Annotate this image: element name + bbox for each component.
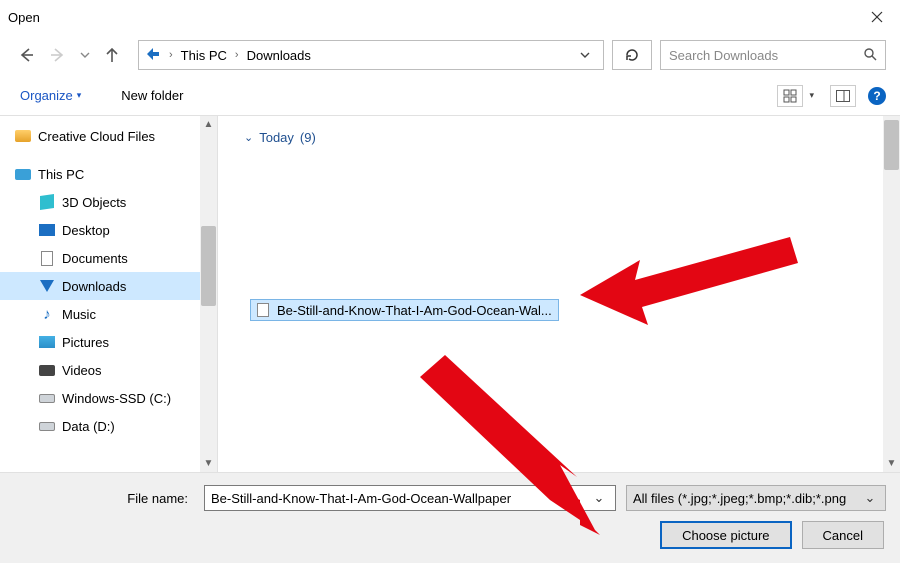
refresh-button[interactable] bbox=[612, 40, 652, 70]
file-name-value: Be-Still-and-Know-That-I-Am-God-Ocean-Wa… bbox=[211, 491, 511, 506]
tree-item-label: 3D Objects bbox=[62, 195, 126, 210]
tree-item-desktop[interactable]: Desktop bbox=[0, 216, 200, 244]
chevron-down-icon: ⌄ bbox=[244, 131, 253, 144]
back-button[interactable] bbox=[14, 43, 38, 67]
chevron-down-icon: ▾ bbox=[77, 90, 82, 101]
group-count: (9) bbox=[300, 130, 316, 145]
tree-item-label: Windows-SSD (C:) bbox=[62, 391, 171, 406]
arrow-right-icon bbox=[49, 46, 67, 64]
group-label: Today bbox=[259, 130, 294, 145]
file-item-selected[interactable]: Be-Still-and-Know-That-I-Am-God-Ocean-Wa… bbox=[250, 299, 559, 321]
drive-icon bbox=[38, 417, 56, 435]
chevron-right-icon: › bbox=[231, 49, 243, 61]
nav-row: › This PC › Downloads Search Downloads bbox=[0, 34, 900, 76]
file-type-filter[interactable]: All files (*.jpg;*.jpeg;*.bmp;*.dib;*.pn… bbox=[626, 485, 886, 511]
scroll-up-icon: ▲ bbox=[200, 116, 217, 133]
new-folder-button[interactable]: New folder bbox=[115, 84, 189, 107]
choose-picture-button[interactable]: Choose picture bbox=[660, 521, 791, 549]
scroll-down-icon: ▼ bbox=[883, 455, 900, 472]
cancel-button[interactable]: Cancel bbox=[802, 521, 884, 549]
breadcrumb-downloads[interactable]: Downloads bbox=[247, 48, 311, 63]
file-name-input[interactable]: Be-Still-and-Know-That-I-Am-God-Ocean-Wa… bbox=[204, 485, 616, 511]
tree-scrollbar[interactable]: ▲ ▼ bbox=[200, 116, 217, 472]
search-placeholder: Search Downloads bbox=[669, 48, 863, 63]
tree-item-label: Data (D:) bbox=[62, 419, 115, 434]
tree-item-data-d[interactable]: Data (D:) bbox=[0, 412, 200, 440]
image-file-icon bbox=[257, 303, 269, 317]
location-icon bbox=[145, 46, 161, 65]
organize-button[interactable]: Organize ▾ bbox=[14, 84, 87, 107]
scroll-thumb[interactable] bbox=[884, 120, 899, 170]
view-mode-button[interactable] bbox=[777, 85, 803, 107]
up-button[interactable] bbox=[100, 43, 124, 67]
tree-item-label: Pictures bbox=[62, 335, 109, 350]
down-icon bbox=[38, 277, 56, 295]
tree-item-label: This PC bbox=[38, 167, 84, 182]
tree-item-3d-objects[interactable]: 3D Objects bbox=[0, 188, 200, 216]
filter-value: All files (*.jpg;*.jpeg;*.bmp;*.dib;*.pn… bbox=[633, 491, 846, 506]
main-area: Creative Cloud Files This PC 3D Objects Des… bbox=[0, 116, 900, 473]
video-icon bbox=[38, 361, 56, 379]
tree-item-videos[interactable]: Videos bbox=[0, 356, 200, 384]
pc-icon bbox=[14, 165, 32, 183]
search-icon bbox=[863, 47, 877, 64]
title-bar: Open bbox=[0, 0, 900, 34]
thumbnails-icon bbox=[783, 89, 797, 103]
recent-locations-button[interactable] bbox=[78, 43, 92, 67]
file-name-label: File name: bbox=[14, 491, 194, 506]
toolbar: Organize ▾ New folder ▾ ? bbox=[0, 76, 900, 116]
help-button[interactable]: ? bbox=[868, 87, 886, 105]
preview-pane-icon bbox=[836, 90, 850, 102]
tree-item-pictures[interactable]: Pictures bbox=[0, 328, 200, 356]
desktop-icon bbox=[38, 221, 56, 239]
tree-item-music[interactable]: ♪ Music bbox=[0, 300, 200, 328]
chevron-down-icon bbox=[80, 50, 90, 60]
view-mode-dropdown[interactable]: ▾ bbox=[805, 90, 818, 101]
pic-icon bbox=[38, 333, 56, 351]
scroll-thumb[interactable] bbox=[201, 226, 216, 306]
chevron-right-icon: › bbox=[165, 49, 177, 61]
tree-item-windows-ssd-c[interactable]: Windows-SSD (C:) bbox=[0, 384, 200, 412]
file-list[interactable]: ⌄ Today (9) Be-Still-and-Know-That-I-Am-… bbox=[218, 116, 900, 472]
address-bar[interactable]: › This PC › Downloads bbox=[138, 40, 604, 70]
tree-item-downloads[interactable]: Downloads bbox=[0, 272, 200, 300]
search-input[interactable]: Search Downloads bbox=[660, 40, 886, 70]
scroll-down-icon: ▼ bbox=[200, 455, 217, 472]
tree-item-label: Desktop bbox=[62, 223, 110, 238]
window-title: Open bbox=[8, 10, 40, 25]
chevron-down-icon: ⌄ bbox=[589, 490, 609, 506]
tree-item-label: Downloads bbox=[62, 279, 126, 294]
preview-pane-button[interactable] bbox=[830, 85, 856, 107]
refresh-icon bbox=[624, 47, 640, 63]
file-name-label: Be-Still-and-Know-That-I-Am-God-Ocean-Wa… bbox=[277, 303, 552, 318]
tree-item-label: Music bbox=[62, 307, 96, 322]
navigation-pane: Creative Cloud Files This PC 3D Objects Des… bbox=[0, 116, 218, 472]
cloud-icon bbox=[14, 127, 32, 145]
breadcrumb-this-pc[interactable]: This PC bbox=[181, 48, 227, 63]
address-history-button[interactable] bbox=[573, 48, 597, 63]
help-icon: ? bbox=[873, 89, 880, 103]
arrow-left-icon bbox=[17, 46, 35, 64]
forward-button[interactable] bbox=[46, 43, 70, 67]
drive-icon bbox=[38, 389, 56, 407]
tree-item-label: Documents bbox=[62, 251, 128, 266]
group-header-today[interactable]: ⌄ Today (9) bbox=[244, 130, 863, 145]
content-scrollbar[interactable]: ▲ ▼ bbox=[883, 116, 900, 472]
chevron-down-icon: ⌄ bbox=[861, 490, 879, 506]
chevron-down-icon bbox=[580, 50, 590, 60]
tree-item-label: Videos bbox=[62, 363, 102, 378]
tree-item-label: Creative Cloud Files bbox=[38, 129, 155, 144]
close-icon bbox=[871, 11, 883, 23]
music-icon: ♪ bbox=[38, 305, 56, 323]
arrow-up-icon bbox=[103, 46, 121, 64]
tree-item-this-pc[interactable]: This PC bbox=[0, 160, 200, 188]
close-button[interactable] bbox=[854, 0, 900, 34]
tree-item-creative-cloud-files[interactable]: Creative Cloud Files bbox=[0, 122, 200, 150]
doc-icon bbox=[38, 249, 56, 267]
tree-item-documents[interactable]: Documents bbox=[0, 244, 200, 272]
cube-icon bbox=[38, 193, 56, 211]
bottom-panel: File name: Be-Still-and-Know-That-I-Am-G… bbox=[0, 473, 900, 563]
